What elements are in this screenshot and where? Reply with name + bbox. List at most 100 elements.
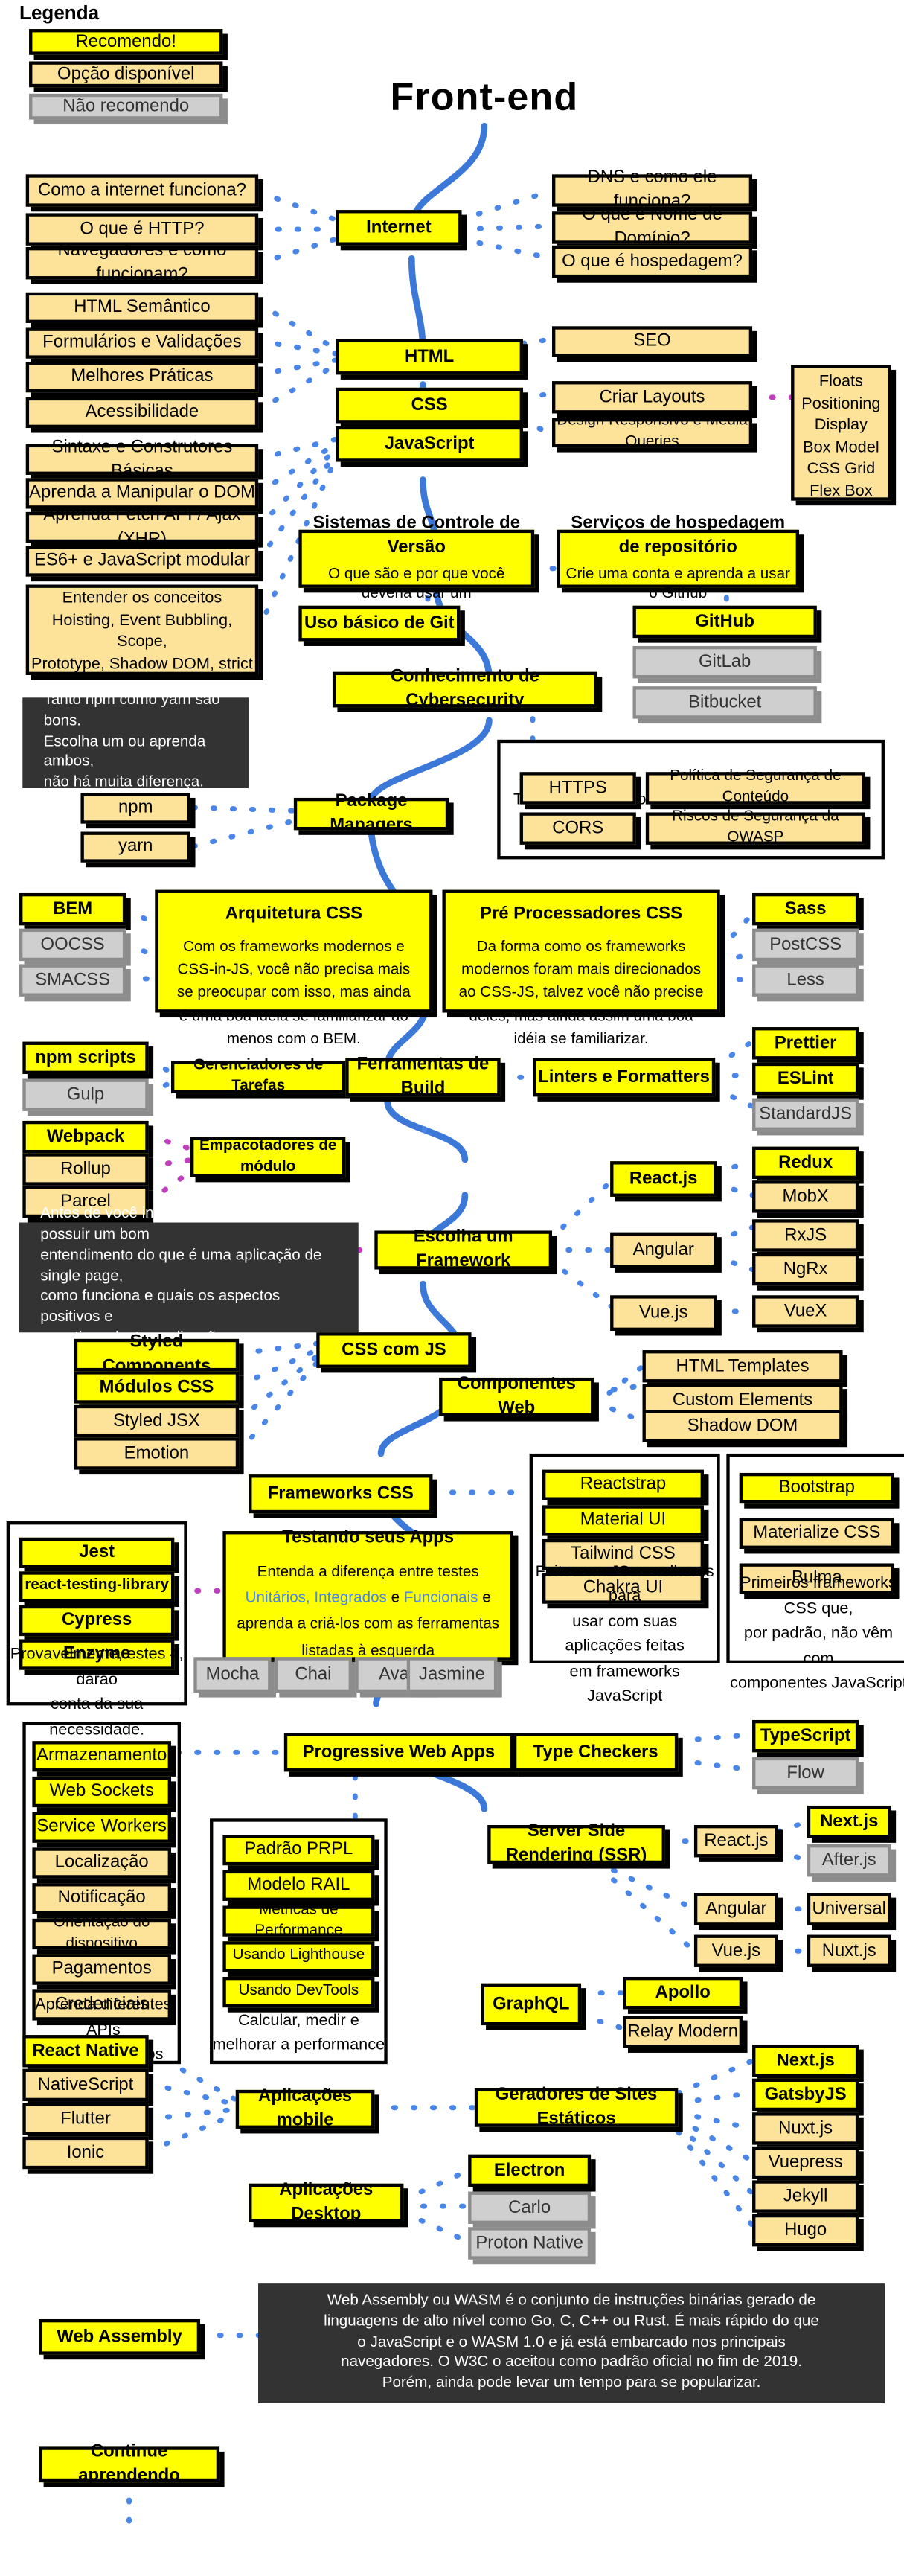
node-smacss[interactable]: SMACSS	[19, 964, 126, 997]
node-notificacao[interactable]: Notificação	[32, 1883, 171, 1914]
node-javascript[interactable]: JavaScript	[336, 426, 523, 462]
node-nuxtjs-ssr[interactable]: Nuxt.js	[807, 1934, 891, 1967]
node-devtools[interactable]: Usando DevTools	[222, 1976, 375, 2008]
node-cors[interactable]: CORS	[519, 812, 636, 845]
node-ionic[interactable]: Ionic	[22, 2136, 149, 2170]
node-ssr[interactable]: Server Side Rendering (SSR)	[487, 1822, 665, 1865]
node-web-assembly[interactable]: Web Assembly	[39, 2318, 201, 2355]
node-eslint[interactable]: ESLint	[752, 1062, 859, 1096]
node-standardjs[interactable]: StandardJS	[752, 1098, 859, 1131]
node-bootstrap[interactable]: Bootstrap	[739, 1472, 894, 1504]
node-github[interactable]: GitHub	[632, 605, 817, 639]
node-gatsbyjs[interactable]: GatsbyJS	[752, 2078, 859, 2112]
node-react-native[interactable]: React Native	[22, 2035, 149, 2068]
node-type-checkers[interactable]: Type Checkers	[513, 1733, 679, 1772]
node-web-sockets[interactable]: Web Sockets	[32, 1776, 171, 1808]
node-emotion[interactable]: Emotion	[74, 1437, 240, 1470]
node-internet-navegadores[interactable]: Navegadores e como funcionam?	[25, 241, 259, 284]
node-repo-hosting[interactable]: Serviços de hospedagem de repositório Cr…	[557, 514, 799, 603]
node-sass[interactable]: Sass	[752, 892, 859, 926]
node-html-formularios[interactable]: Formulários e Validações	[25, 327, 259, 359]
node-material-ui[interactable]: Material UI	[542, 1505, 704, 1536]
node-https[interactable]: HTTPS	[519, 772, 636, 805]
node-rxjs[interactable]: RxJS	[752, 1219, 859, 1252]
node-localizacao[interactable]: Localização	[32, 1847, 171, 1879]
node-universal[interactable]: Universal	[807, 1893, 891, 1925]
node-npm-scripts[interactable]: npm scripts	[22, 1041, 149, 1074]
node-git-basics[interactable]: Uso básico de Git	[298, 605, 461, 642]
node-ssr-react[interactable]: React.js	[693, 1824, 778, 1858]
node-task-runners[interactable]: Gerenciadores de Tarefas	[170, 1057, 346, 1095]
node-typescript[interactable]: TypeScript	[752, 1719, 859, 1753]
node-internet-hospedagem[interactable]: O que é hospedagem?	[552, 245, 753, 278]
node-gulp[interactable]: Gulp	[22, 1078, 149, 1111]
node-vuejs[interactable]: Vue.js	[610, 1295, 717, 1332]
node-static-site-generators[interactable]: Geradores de Sites Estáticos	[474, 2086, 679, 2129]
node-styled-jsx[interactable]: Styled JSX	[74, 1404, 240, 1438]
node-css-criar-layouts[interactable]: Criar Layouts	[552, 381, 753, 414]
node-relay-modern[interactable]: Relay Modern	[623, 2016, 743, 2048]
node-js-fetch[interactable]: Aprenda Fetch API / Ajax (XHR)	[25, 505, 259, 549]
node-prpl[interactable]: Padrão PRPL	[222, 1835, 375, 1866]
node-angular[interactable]: Angular	[610, 1232, 717, 1268]
node-carlo[interactable]: Carlo	[468, 2191, 592, 2224]
node-testing-apps[interactable]: Testando seus Apps Entenda a diferença e…	[222, 1528, 513, 1661]
node-package-managers[interactable]: Package Managers	[293, 792, 449, 835]
node-postcss[interactable]: PostCSS	[752, 928, 859, 962]
node-cypress[interactable]: Cypress	[19, 1605, 175, 1637]
node-lighthouse[interactable]: Usando Lighthouse	[222, 1941, 375, 1972]
node-orientacao-dispositivo[interactable]: Orientação do dispositivo	[32, 1914, 171, 1952]
node-continue-learning[interactable]: Continue aprendendo	[39, 2442, 220, 2485]
node-internet[interactable]: Internet	[336, 210, 462, 246]
node-rollup[interactable]: Rollup	[22, 1153, 149, 1186]
node-owasp[interactable]: Riscos de Segurança da OWASP	[645, 808, 865, 846]
node-reactjs[interactable]: React.js	[610, 1161, 717, 1197]
node-flutter[interactable]: Flutter	[22, 2103, 149, 2135]
node-css-with-js[interactable]: CSS com JS	[316, 1332, 472, 1368]
node-css-frameworks[interactable]: Frameworks CSS	[249, 1474, 433, 1514]
node-internet-dns[interactable]: DNS e como ele funciona?	[552, 168, 753, 211]
node-nextjs-ssg[interactable]: Next.js	[752, 2045, 859, 2077]
node-jest[interactable]: Jest	[19, 1537, 175, 1568]
node-jekyll[interactable]: Jekyll	[752, 2180, 859, 2213]
node-css-responsivo[interactable]: Design Responsivo e Media Queries	[552, 412, 753, 450]
node-css[interactable]: CSS	[336, 387, 523, 424]
node-service-workers[interactable]: Service Workers	[32, 1812, 171, 1843]
node-armazenamento[interactable]: Armazenamento	[32, 1741, 171, 1772]
node-version-control[interactable]: Sistemas de Controle de Versão O que são…	[298, 514, 535, 603]
node-cybersecurity[interactable]: Conhecimento de Cybersecurity	[332, 668, 597, 711]
node-reactstrap[interactable]: Reactstrap	[542, 1469, 704, 1500]
node-webpack[interactable]: Webpack	[22, 1120, 149, 1154]
node-html-seo[interactable]: SEO	[552, 326, 753, 357]
node-internet-dominio[interactable]: O que é Nome de Domínio?	[552, 205, 753, 249]
node-pwa[interactable]: Progressive Web Apps	[283, 1733, 513, 1772]
node-html[interactable]: HTML	[336, 339, 523, 375]
node-hugo[interactable]: Hugo	[752, 2214, 859, 2247]
node-prettier[interactable]: Prettier	[752, 1027, 859, 1060]
node-yarn[interactable]: yarn	[80, 831, 191, 863]
node-html-praticas[interactable]: Melhores Práticas	[25, 362, 259, 393]
node-nuxtjs-ssg[interactable]: Nuxt.js	[752, 2112, 859, 2145]
node-vuex[interactable]: VueX	[752, 1295, 859, 1328]
node-pagamentos[interactable]: Pagamentos	[32, 1954, 171, 1985]
node-graphql[interactable]: GraphQL	[481, 1983, 582, 2026]
node-nativescript[interactable]: NativeScript	[22, 2068, 149, 2102]
node-mocha[interactable]: Mocha	[193, 1657, 272, 1693]
node-proton-native[interactable]: Proton Native	[468, 2227, 592, 2260]
node-chai[interactable]: Chai	[274, 1657, 352, 1693]
node-less[interactable]: Less	[752, 964, 859, 997]
node-npm[interactable]: npm	[80, 793, 191, 824]
node-js-sintaxe[interactable]: Sintaxe e Construtores Básicas	[25, 437, 259, 481]
node-css-modules[interactable]: Módulos CSS	[74, 1371, 240, 1404]
node-afterjs[interactable]: After.js	[807, 1844, 891, 1877]
node-css-preprocessors[interactable]: Pré Processadores CSS Da forma como os f…	[442, 889, 720, 1048]
node-materialize[interactable]: Materialize CSS	[739, 1518, 894, 1549]
node-js-es6[interactable]: ES6+ e JavaScript modular	[25, 546, 259, 577]
node-react-testing-library[interactable]: react-testing-library	[19, 1571, 175, 1602]
node-mobile-apps[interactable]: Aplicações mobile	[235, 2087, 375, 2130]
node-bitbucket[interactable]: Bitbucket	[632, 686, 817, 719]
node-html-semantico[interactable]: HTML Semântico	[25, 292, 259, 323]
node-vuepress[interactable]: Vuepress	[752, 2146, 859, 2179]
node-metricas-performance[interactable]: Métricas de Performance	[222, 1900, 375, 1939]
node-build-tools[interactable]: Ferramentas de Build	[345, 1055, 501, 1099]
